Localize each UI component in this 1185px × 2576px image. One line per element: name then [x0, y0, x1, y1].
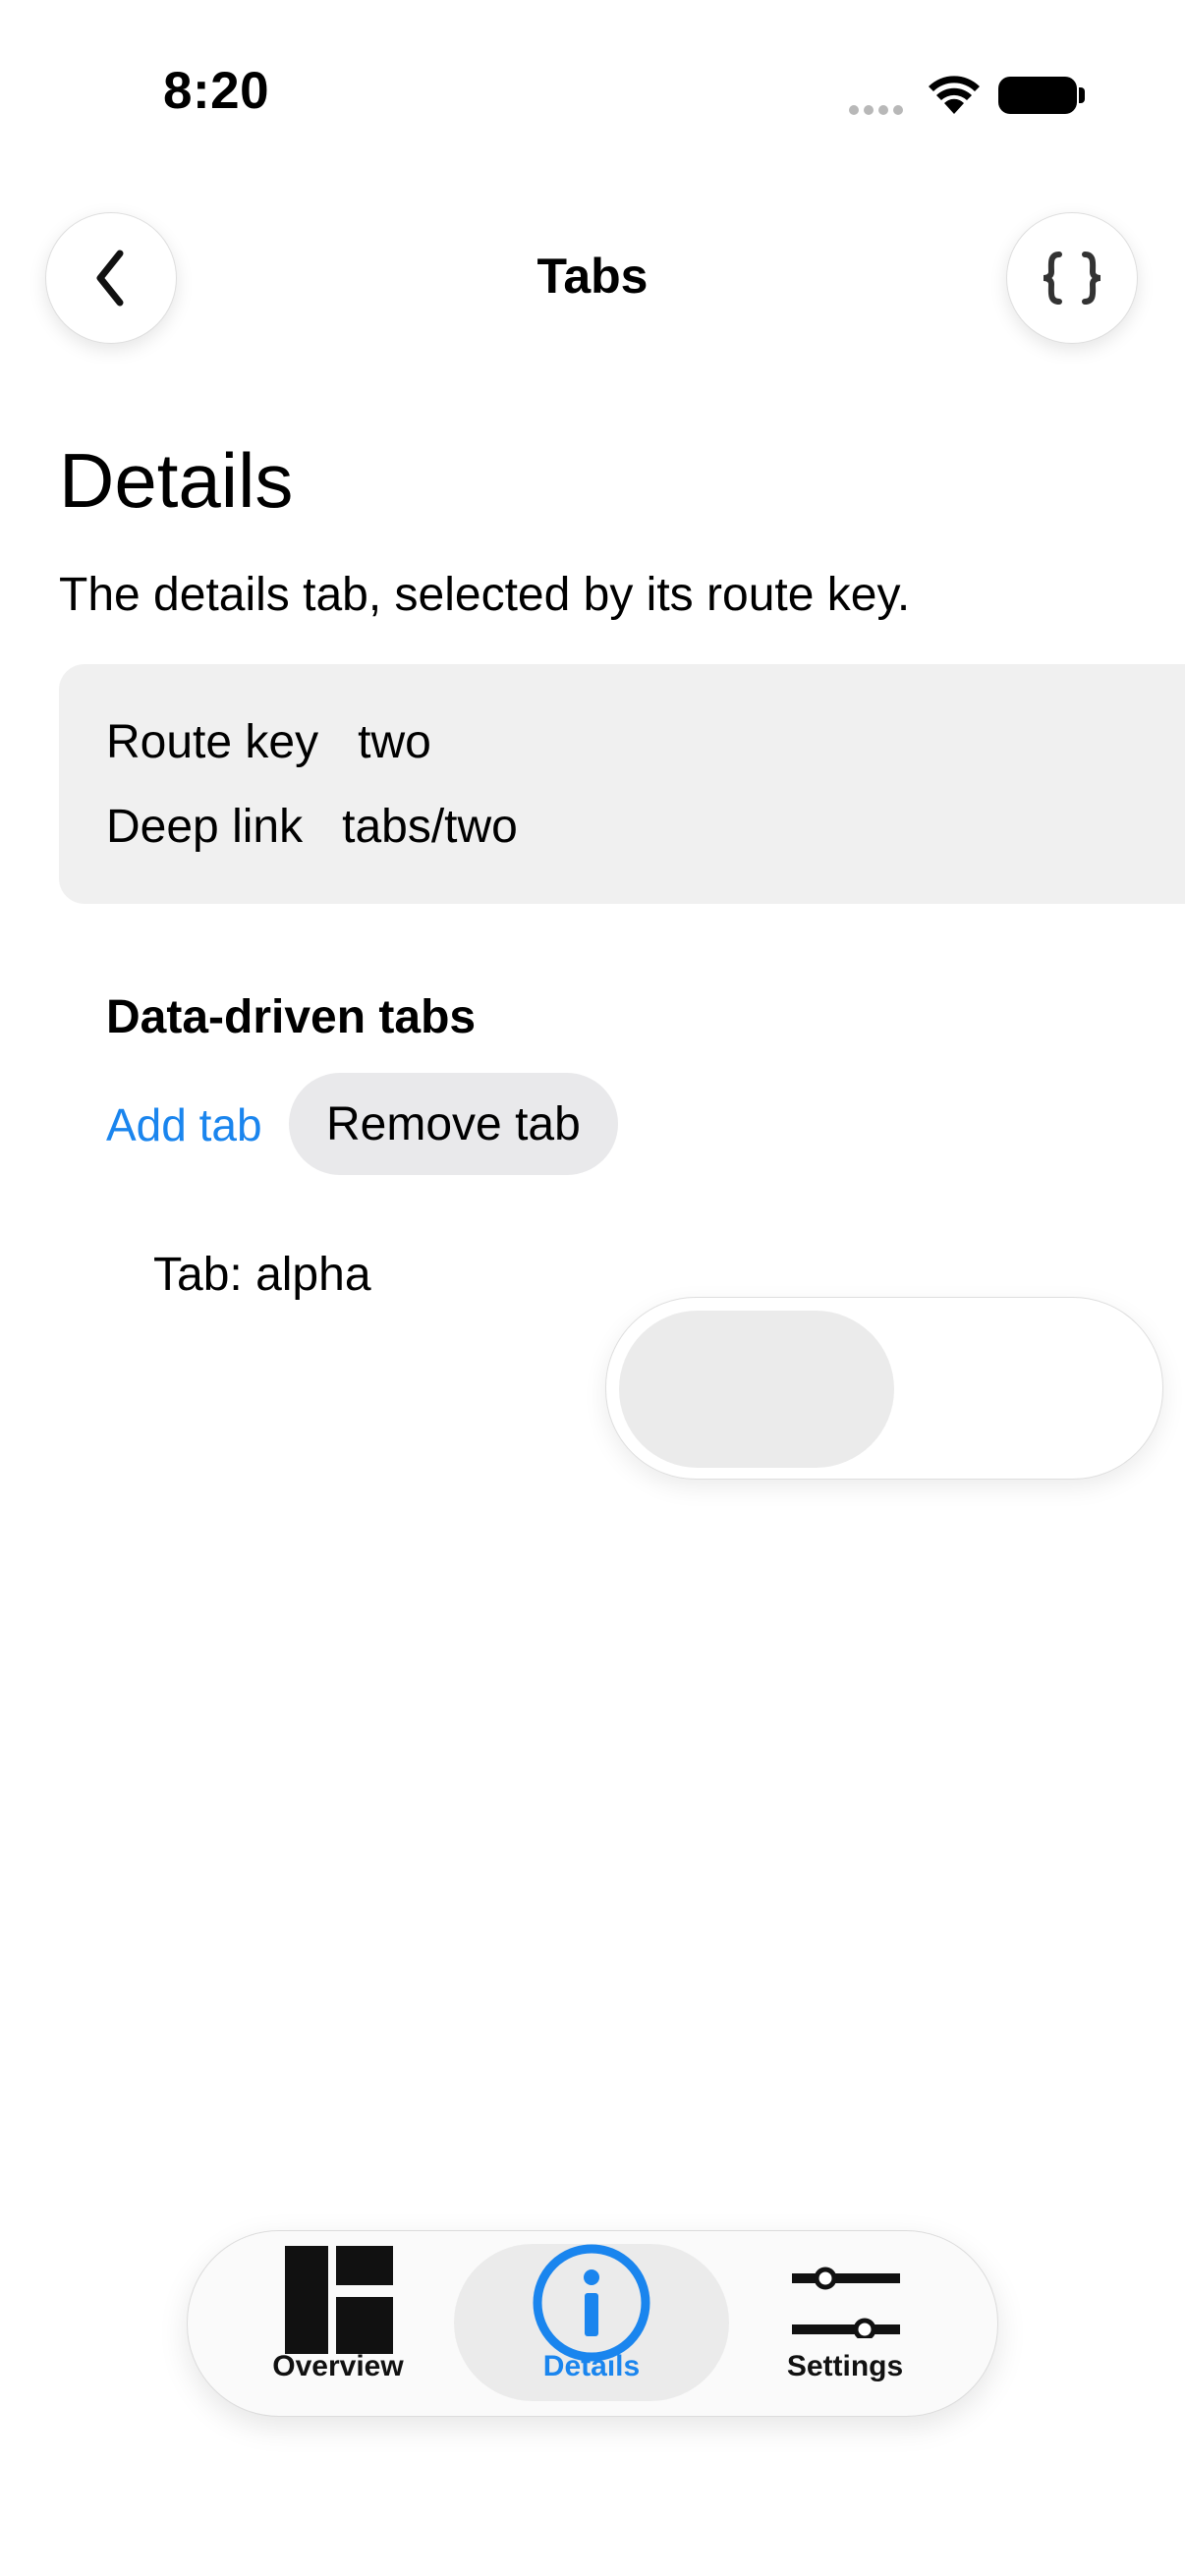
route-key-row: Route key two — [106, 715, 431, 769]
wifi-icon — [926, 73, 983, 121]
route-key-label: Route key — [106, 716, 319, 768]
section-heading: Data-driven tabs — [106, 991, 477, 1043]
page-title: Details — [59, 437, 294, 524]
remove-tab-label: Remove tab — [326, 1097, 581, 1150]
sliders-icon[interactable] — [792, 2260, 900, 2343]
battery-cap — [1079, 87, 1085, 103]
code-button[interactable] — [1006, 212, 1138, 344]
battery-icon — [998, 77, 1077, 114]
info-card — [59, 664, 1185, 904]
deep-link-value: tabs/two — [342, 801, 518, 853]
tab-details-label[interactable]: Details — [483, 2350, 700, 2383]
braces-icon — [1043, 252, 1101, 305]
tab-settings[interactable]: Settings — [737, 2350, 953, 2383]
cellular-signal-icon — [849, 102, 908, 120]
route-key-value: two — [358, 716, 431, 768]
remove-tab-button[interactable]: Remove tab — [289, 1073, 618, 1175]
tab-content-text: Tab: alpha — [153, 1249, 371, 1301]
status-time: 8:20 — [163, 62, 270, 120]
page-subtitle: The details tab, selected by its route k… — [59, 569, 911, 621]
tab-overview[interactable]: Overview — [230, 2350, 446, 2383]
toggle-knob[interactable] — [619, 1311, 894, 1468]
deep-link-label: Deep link — [106, 801, 304, 853]
deep-link-row: Deep link tabs/two — [106, 800, 518, 854]
add-tab-button[interactable]: Add tab — [106, 1098, 262, 1151]
overview-icon[interactable] — [285, 2246, 393, 2359]
